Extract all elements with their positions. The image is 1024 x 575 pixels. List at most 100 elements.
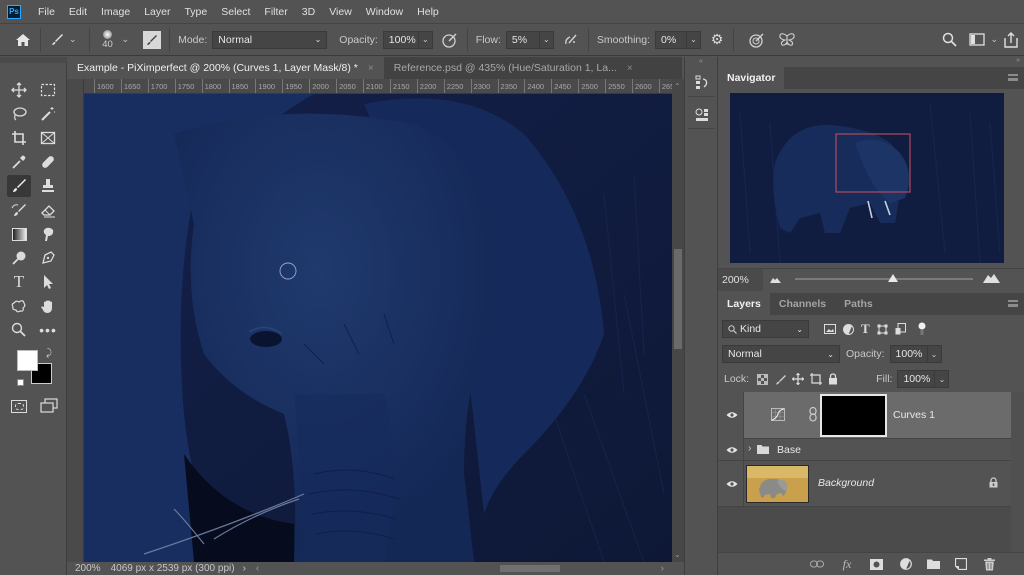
- share-icon[interactable]: [1002, 31, 1020, 48]
- eraser-tool-icon[interactable]: [36, 199, 60, 221]
- toolbox-header[interactable]: [0, 57, 67, 63]
- zoom-tool-icon[interactable]: [7, 319, 31, 341]
- scroll-right-icon[interactable]: ›: [661, 563, 664, 574]
- navigator-zoom-input[interactable]: 200%: [718, 269, 763, 291]
- more-tools-icon[interactable]: •••: [36, 319, 60, 341]
- menu-type[interactable]: Type: [177, 6, 214, 18]
- crop-tool-icon[interactable]: [7, 127, 31, 149]
- menu-help[interactable]: Help: [410, 6, 446, 18]
- add-layer-mask-icon[interactable]: [868, 557, 884, 571]
- brush-tool-icon[interactable]: [7, 175, 31, 197]
- canvas-vertical-scrollbar[interactable]: ⌃ ⌄: [672, 79, 684, 562]
- tab-channels[interactable]: Channels: [770, 293, 835, 315]
- smoothing-input[interactable]: 0%: [655, 30, 688, 49]
- chevron-down-icon[interactable]: ⌄: [122, 34, 130, 45]
- ruler-origin[interactable]: [67, 79, 84, 94]
- horizontal-scrollbar-thumb[interactable]: [500, 565, 560, 572]
- menu-view[interactable]: View: [322, 6, 359, 18]
- smoothing-dropdown-button[interactable]: ⌄: [687, 30, 702, 49]
- layers-scrollbar[interactable]: [1011, 392, 1024, 552]
- layer-row-curves-1[interactable]: Curves 1: [718, 392, 1011, 439]
- expand-panels-icon[interactable]: »: [718, 57, 1024, 67]
- chevron-down-icon[interactable]: ⌄: [990, 34, 998, 45]
- pressure-opacity-icon[interactable]: [441, 32, 459, 48]
- tab-navigator[interactable]: Navigator: [718, 67, 785, 89]
- default-colors-icon[interactable]: [17, 379, 24, 386]
- airbrush-icon[interactable]: [562, 32, 580, 48]
- layer-name[interactable]: Base: [777, 444, 801, 456]
- layer-name[interactable]: Background: [818, 477, 874, 489]
- filter-toggle-icon[interactable]: [918, 322, 926, 336]
- menu-window[interactable]: Window: [359, 6, 410, 18]
- layer-opacity-input[interactable]: 100%: [889, 345, 928, 363]
- scroll-up-icon[interactable]: ⌃: [674, 82, 681, 91]
- menu-select[interactable]: Select: [214, 6, 257, 18]
- filter-smart-objects-icon[interactable]: [895, 323, 906, 335]
- navigator-thumbnail[interactable]: [730, 93, 1004, 263]
- history-brush-tool-icon[interactable]: [7, 199, 31, 221]
- collapse-dock-icon[interactable]: «: [685, 57, 717, 66]
- new-layer-icon[interactable]: [953, 557, 969, 571]
- type-tool-icon[interactable]: T: [7, 271, 31, 293]
- fill-input[interactable]: 100%: [897, 370, 936, 388]
- custom-shape-tool-icon[interactable]: [7, 295, 31, 317]
- new-group-folder-icon[interactable]: [925, 557, 941, 571]
- symmetry-butterfly-icon[interactable]: [778, 32, 796, 48]
- navigator-zoom-slider-handle[interactable]: [887, 274, 898, 282]
- opacity-dropdown-button[interactable]: ⌄: [418, 30, 433, 49]
- brush-size-picker[interactable]: 40: [98, 29, 118, 50]
- swap-colors-icon[interactable]: ⤸: [46, 348, 52, 359]
- link-mask-icon[interactable]: [809, 406, 817, 425]
- gear-icon[interactable]: ⚙: [709, 31, 725, 48]
- smudge-tool-icon[interactable]: [36, 223, 60, 245]
- chevron-right-icon[interactable]: ›: [748, 443, 751, 454]
- filter-pixel-layers-icon[interactable]: [824, 324, 836, 334]
- search-icon[interactable]: [940, 32, 958, 47]
- workspace-layout-icon[interactable]: [968, 33, 986, 46]
- chevron-down-icon[interactable]: ⌄: [69, 34, 77, 45]
- filter-type-layers-icon[interactable]: T: [861, 321, 870, 337]
- menu-edit[interactable]: Edit: [62, 6, 94, 18]
- clone-stamp-tool-icon[interactable]: [36, 175, 60, 197]
- fx-layer-style-icon[interactable]: fx: [839, 557, 855, 571]
- fill-dropdown-button[interactable]: ⌄: [935, 370, 950, 388]
- delete-layer-trash-icon[interactable]: [981, 557, 997, 571]
- healing-brush-tool-icon[interactable]: [36, 151, 60, 173]
- scrollbar-thumb[interactable]: [674, 249, 682, 349]
- layer-opacity-dropdown-button[interactable]: ⌄: [927, 345, 942, 363]
- menu-image[interactable]: Image: [94, 6, 137, 18]
- layer-row-background[interactable]: Background: [718, 461, 1011, 507]
- lock-transparent-pixels-icon[interactable]: [757, 373, 769, 385]
- scroll-down-icon[interactable]: ⌄: [674, 550, 681, 559]
- eye-icon[interactable]: [726, 446, 738, 454]
- magic-wand-tool-icon[interactable]: [36, 103, 60, 125]
- scroll-left-icon[interactable]: ‹: [256, 563, 259, 574]
- frame-tool-icon[interactable]: [36, 127, 60, 149]
- dodge-tool-icon[interactable]: [7, 247, 31, 269]
- tab-reference-document[interactable]: Reference.psd @ 435% (Hue/Saturation 1, …: [383, 57, 643, 79]
- eyedropper-tool-icon[interactable]: [7, 151, 31, 173]
- menu-file[interactable]: File: [31, 6, 62, 18]
- foreground-color-swatch[interactable]: [17, 350, 38, 371]
- path-selection-tool-icon[interactable]: [36, 271, 60, 293]
- close-icon[interactable]: ×: [368, 63, 374, 74]
- brush-tool-preset-icon[interactable]: [49, 33, 65, 47]
- quick-mask-icon[interactable]: [11, 400, 27, 413]
- zoom-out-icon[interactable]: [770, 275, 781, 286]
- eye-icon[interactable]: [726, 480, 738, 488]
- layer-blend-mode-dropdown[interactable]: Normal ⌄: [722, 345, 840, 363]
- link-layers-icon[interactable]: [809, 557, 825, 571]
- layer-name[interactable]: Curves 1: [893, 409, 935, 421]
- blend-mode-dropdown[interactable]: Normal ⌄: [212, 30, 328, 49]
- menu-3d[interactable]: 3D: [295, 6, 322, 18]
- horizontal-ruler[interactable]: 1600 1650 1700 1750 1800 1850 1900 1950 2000 2050…: [67, 79, 672, 94]
- history-panel-icon[interactable]: [688, 69, 715, 97]
- filter-shape-layers-icon[interactable]: [877, 324, 888, 335]
- menu-filter[interactable]: Filter: [257, 6, 294, 18]
- layer-mask-thumbnail[interactable]: [820, 394, 887, 437]
- screen-mode-icon[interactable]: [40, 398, 58, 417]
- opacity-input[interactable]: 100%: [382, 30, 419, 49]
- background-layer-thumbnail[interactable]: [746, 465, 809, 503]
- properties-panel-icon[interactable]: [688, 101, 715, 129]
- tab-paths[interactable]: Paths: [835, 293, 882, 315]
